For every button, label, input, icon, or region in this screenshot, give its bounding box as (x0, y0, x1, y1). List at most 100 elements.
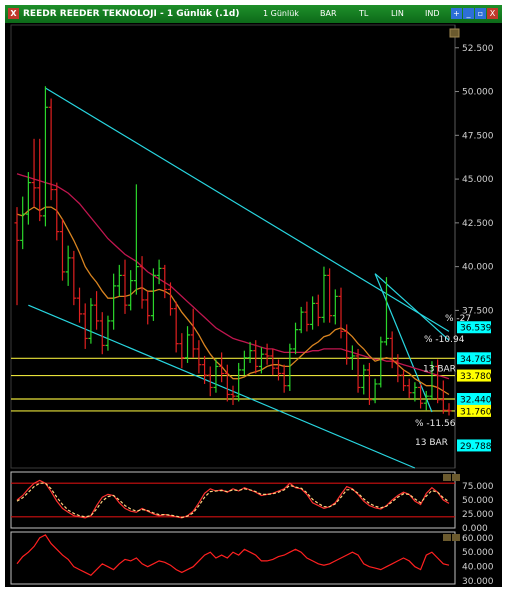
ohlc-bar (401, 369, 407, 391)
ohlc-bar (446, 403, 452, 416)
oscillator-tick-label: 50.000 (462, 496, 494, 506)
chart-annotation: 13 BAR (415, 438, 448, 448)
ohlc-bar (31, 138, 37, 208)
price-tick-label: 40.000 (462, 263, 494, 273)
ohlc-bar (145, 291, 151, 325)
price-tag-label: 32.440 (460, 396, 492, 406)
restore-button[interactable]: ▫ (475, 8, 486, 19)
chart-canvas: 52.50050.00047.50045.00042.50040.00037.5… (10, 24, 494, 587)
oscillator-line (16, 479, 450, 519)
oscillator-border (10, 471, 456, 529)
oscillator-tick-label: 0.000 (462, 524, 488, 534)
ohlc-bar (327, 268, 333, 323)
window-title: REEDR REEDER TEKNOLOJI - 1 Günlük (.1d) (23, 9, 240, 19)
ohlc-bar (116, 264, 122, 297)
ohlc-bar (406, 378, 412, 398)
toolbar-bar[interactable]: BAR (320, 5, 337, 23)
ohlc-bar (196, 340, 202, 374)
price-tag-label: 31.760 (460, 407, 492, 417)
ohlc-bar (241, 350, 247, 376)
ohlc-bar (71, 250, 77, 306)
toolbar-ind[interactable]: IND (425, 5, 440, 23)
ohlc-bar (128, 270, 134, 311)
ohlc-bar (111, 273, 117, 330)
app-icon: X (8, 8, 19, 19)
oscillator-tick-label: 75.000 (462, 482, 494, 492)
ohlc-bar (264, 343, 270, 365)
oscillator-corner-icon (452, 474, 460, 481)
oscillator-panel: 75.000 50.000 25.000 0.000 (10, 471, 494, 534)
ohlc-bar (179, 333, 185, 369)
rsi-line (16, 534, 450, 577)
ohlc-bar (298, 306, 304, 334)
ohlc-bar (338, 287, 344, 339)
ohlc-bar (321, 266, 327, 323)
toolbar-period[interactable]: 1 Günlük (263, 5, 299, 23)
price-tick-label: 42.500 (462, 219, 494, 229)
ohlc-bar (139, 256, 145, 309)
ohlc-bar (230, 385, 236, 405)
ohlc-bar (247, 341, 253, 363)
ma-short-line (16, 206, 450, 396)
rsi-tick-label: 60.000 (462, 534, 494, 544)
chart-window: X REEDR REEDER TEKNOLOJI - 1 Günlük (.1d… (5, 5, 502, 587)
close-button[interactable]: X (487, 8, 498, 19)
price-tick-label: 45.000 (462, 175, 494, 185)
ohlc-bar (65, 245, 71, 286)
price-tick-label: 50.000 (462, 88, 494, 98)
rsi-corner-icon (452, 534, 460, 541)
ohlc-bar (173, 301, 179, 353)
chart-annotation: % -27 (445, 314, 471, 324)
minimize-button[interactable]: _ (463, 8, 474, 19)
oscillator-tick-label: 25.000 (462, 510, 494, 520)
ohlc-bar (287, 343, 293, 391)
ohlc-bar (224, 364, 230, 402)
ohlc-bar (361, 364, 367, 395)
rsi-tick-label: 30.000 (462, 577, 494, 587)
toolbar-lin[interactable]: LIN (391, 5, 404, 23)
ohlc-bar (88, 298, 94, 344)
ohlc-bar (185, 326, 191, 363)
ohlc-bar (275, 359, 281, 381)
ohlc-bar (133, 184, 139, 295)
ohlc-bar (219, 352, 225, 383)
ohlc-bar (20, 196, 26, 250)
rsi-tick-label: 40.000 (462, 563, 494, 573)
plus-button[interactable]: + (451, 8, 462, 19)
ohlc-bar (122, 259, 128, 314)
ohlc-bar (59, 219, 65, 281)
ohlc-bar (281, 364, 287, 393)
ohlc-bar (236, 362, 242, 402)
ohlc-bar (378, 336, 384, 388)
price-tag-label: 33.780 (460, 372, 492, 382)
ohlc-bar (14, 207, 20, 306)
price-panel: 52.50050.00047.50045.00042.50040.00037.5… (10, 24, 494, 469)
ohlc-bar (349, 345, 355, 370)
ohlc-bar (304, 301, 310, 332)
ohlc-bar (25, 172, 31, 225)
toolbar-tl[interactable]: TL (359, 5, 368, 23)
ohlc-bar (270, 348, 276, 376)
chart-annotation: % -11.56 (415, 419, 456, 429)
ohlc-bar (389, 331, 395, 369)
title-bar: X REEDR REEDER TEKNOLOJI - 1 Günlük (.1d… (5, 5, 502, 23)
ohlc-bar (315, 294, 321, 327)
ohlc-bar (293, 322, 299, 355)
price-tick-label: 47.500 (462, 131, 494, 141)
panel-corner-icon (449, 28, 460, 38)
rsi-corner-icon (443, 534, 451, 541)
price-tick-label: 52.500 (462, 44, 494, 54)
ohlc-bar (54, 182, 60, 241)
oscillator-corner-icon (443, 474, 451, 481)
ohlc-bar (190, 308, 196, 358)
ohlc-bar (383, 277, 389, 346)
price-tag-label: 36.539 (460, 324, 492, 334)
chart-annotation: % -10.94 (424, 335, 465, 345)
ohlc-bar (94, 291, 100, 330)
rsi-panel: 60.000 50.000 40.000 30.000 (10, 531, 494, 587)
price-tag-label: 29.788 (460, 442, 492, 452)
ohlc-bar (82, 303, 88, 349)
rsi-tick-label: 50.000 (462, 548, 494, 558)
rsi-border (10, 531, 456, 585)
ohlc-bar (310, 296, 316, 330)
